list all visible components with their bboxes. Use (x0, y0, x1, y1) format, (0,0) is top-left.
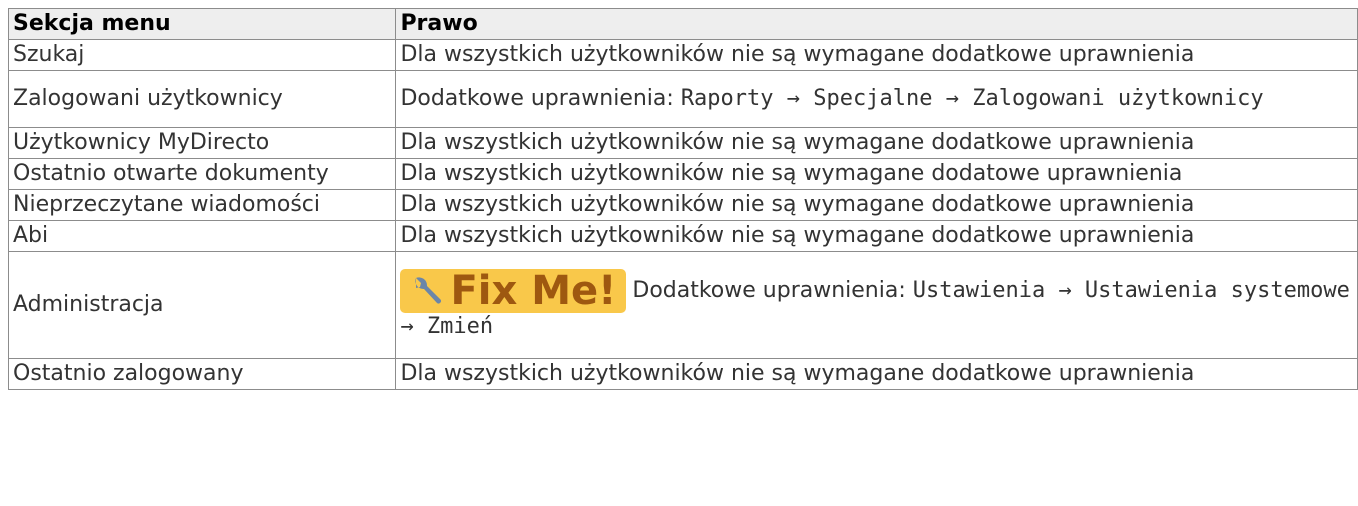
section-cell: Zalogowani użytkownicy (7, 70, 397, 128)
section-cell: Ostatnio zalogowany (7, 358, 397, 390)
section-cell: Ostatnio otwarte dokumenty (7, 158, 397, 190)
fixme-badge: Fix Me! (400, 268, 627, 314)
table-row: Użytkownicy MyDirecto Dla wszystkich uży… (7, 127, 1358, 159)
right-cell: Dla wszystkich użytkowników nie są wymag… (395, 127, 1358, 159)
section-cell: Nieprzeczytane wiadomości (7, 189, 397, 221)
table-row: Ostatnio otwarte dokumenty Dla wszystkic… (7, 158, 1358, 190)
right-prefix: Dodatkowe uprawnienia: (632, 278, 913, 303)
section-cell: Administracja (7, 251, 397, 359)
table-row: Administracja Fix Me! Dodatkowe uprawnien… (7, 251, 1358, 359)
table-row: Zalogowani użytkownicy Dodatkowe uprawni… (7, 70, 1358, 128)
table-row: Abi Dla wszystkich użytkowników nie są w… (7, 220, 1358, 252)
wrench-icon (415, 277, 442, 304)
table-row: Nieprzeczytane wiadomości Dla wszystkich… (7, 189, 1358, 221)
table-header-row: Sekcja menu Prawo (7, 8, 1358, 40)
right-cell: Fix Me! Dodatkowe uprawnienia: Ustawienia… (395, 251, 1358, 359)
right-path-code: Raporty → Specjalne → Zalogowani użytkow… (680, 86, 1264, 111)
section-cell: Szukaj (7, 39, 397, 71)
right-cell: Dla wszystkich użytkowników nie są wymag… (395, 189, 1358, 221)
right-cell: Dodatkowe uprawnienia: Raporty → Specjal… (395, 70, 1358, 128)
section-cell: Użytkownicy MyDirecto (7, 127, 397, 159)
section-cell: Abi (7, 220, 397, 252)
right-cell: Dla wszystkich użytkowników nie są wymag… (395, 158, 1358, 190)
table-row: Ostatnio zalogowany Dla wszystkich użytk… (7, 358, 1358, 390)
column-header-right: Prawo (395, 8, 1358, 40)
table-row: Szukaj Dla wszystkich użytkowników nie s… (7, 39, 1358, 71)
fixme-label: Fix Me! (450, 268, 617, 314)
right-cell: Dla wszystkich użytkowników nie są wymag… (395, 220, 1358, 252)
right-cell: Dla wszystkich użytkowników nie są wymag… (395, 358, 1358, 390)
right-prefix: Dodatkowe uprawnienia: (400, 86, 681, 111)
right-cell: Dla wszystkich użytkowników nie są wymag… (395, 39, 1358, 71)
column-header-section: Sekcja menu (7, 8, 397, 40)
permissions-table: Sekcja menu Prawo Szukaj Dla wszystkich … (7, 8, 1358, 390)
